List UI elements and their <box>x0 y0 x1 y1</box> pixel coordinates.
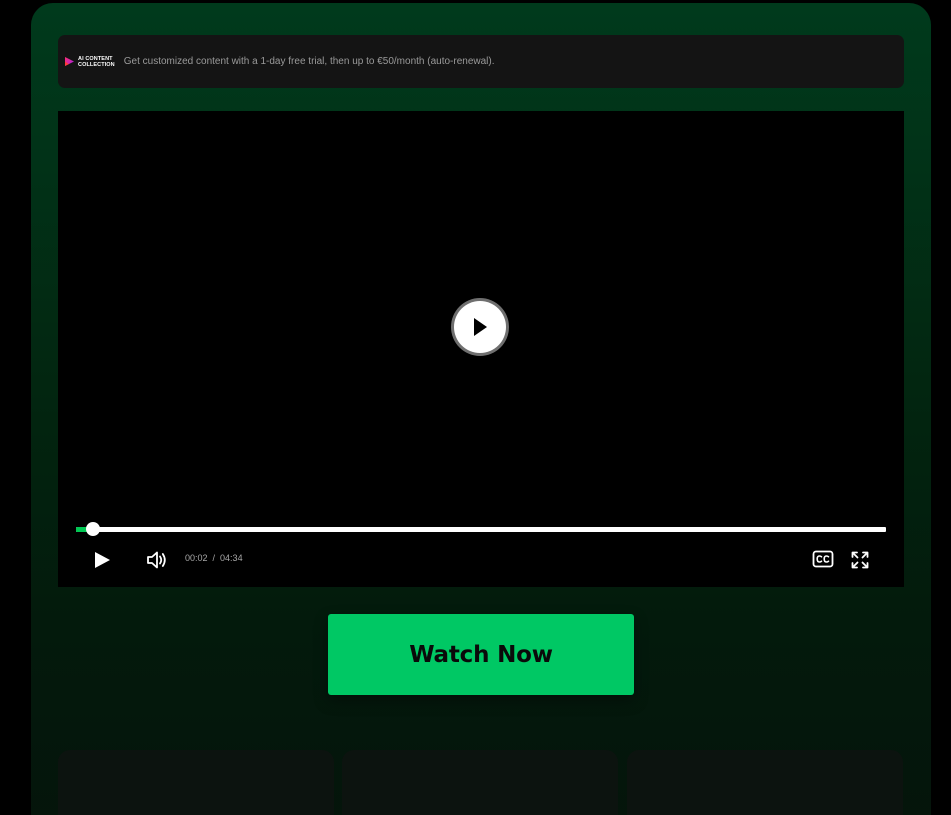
captions-button[interactable] <box>812 549 834 569</box>
volume-button[interactable] <box>144 549 170 571</box>
promo-message: Get customized content with a 1-day free… <box>123 56 495 67</box>
content-card-3[interactable] <box>627 750 903 815</box>
play-button[interactable] <box>90 549 114 571</box>
volume-icon <box>147 551 166 569</box>
time-display: 00:02 / 04:34 <box>185 553 243 563</box>
progress-scrubber[interactable] <box>85 522 100 536</box>
duration: 04:34 <box>220 553 243 563</box>
closed-captions-icon <box>812 550 834 568</box>
time-separator: / <box>212 553 216 563</box>
content-card-1[interactable] <box>58 750 334 815</box>
brand-logo-icon <box>65 57 74 66</box>
current-time: 00:02 <box>185 553 208 563</box>
promo-banner: AI CONTENT COLLECTION Get customized con… <box>58 35 904 88</box>
fullscreen-icon <box>851 551 869 569</box>
watch-now-button[interactable]: Watch Now <box>328 614 634 695</box>
big-play-button[interactable] <box>454 301 506 353</box>
fullscreen-button[interactable] <box>850 550 870 570</box>
page: AI CONTENT COLLECTION Get customized con… <box>0 0 951 815</box>
play-icon <box>474 318 487 336</box>
brand-line-2: COLLECTION <box>78 61 115 68</box>
play-icon <box>95 552 110 568</box>
video-player[interactable]: 00:02 / 04:34 <box>58 111 904 587</box>
brand-name: AI CONTENT COLLECTION <box>78 56 115 68</box>
brand-logo: AI CONTENT COLLECTION <box>64 56 115 68</box>
progress-bar[interactable] <box>76 522 886 536</box>
content-card-2[interactable] <box>342 750 618 815</box>
